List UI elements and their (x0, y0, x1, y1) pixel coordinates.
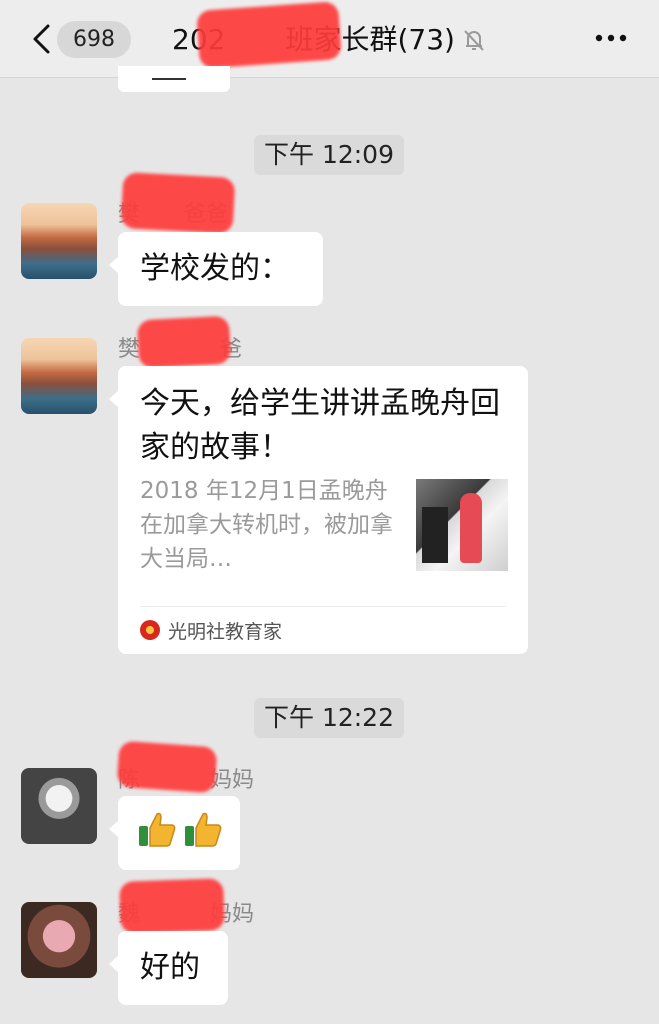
thumbs-up-icon (139, 812, 176, 847)
message-bubble[interactable]: 学校发的： (109, 232, 323, 306)
redaction-mark (136, 315, 232, 369)
previous-message-bubble[interactable] (118, 66, 230, 92)
avatar[interactable] (21, 338, 97, 414)
link-card-source: 光明社教育家 (140, 616, 282, 644)
message-text: 好的 (140, 950, 200, 985)
redaction-mark (119, 878, 225, 934)
redaction-mark (120, 172, 236, 234)
link-card-title: 今天，给学生讲讲孟晚舟回家的故事！ (140, 386, 500, 465)
unread-count-badge[interactable]: 698 (57, 21, 131, 58)
message-bubble[interactable]: 好的 (109, 931, 228, 1005)
thumbs-up-icon (185, 812, 222, 847)
redaction-mark (116, 740, 218, 794)
message-bubble[interactable] (109, 796, 240, 870)
chevron-left-icon[interactable] (26, 22, 60, 56)
timestamp: 下午 12:22 (254, 698, 404, 738)
avatar[interactable] (21, 203, 97, 279)
redaction-mark (196, 1, 342, 69)
avatar[interactable] (21, 902, 97, 978)
bell-off-icon (464, 30, 484, 51)
timestamp: 下午 12:09 (254, 135, 404, 175)
publisher-logo-icon (140, 620, 160, 640)
link-card-thumbnail (416, 479, 508, 571)
message-text: 学校发的： (140, 251, 290, 286)
link-card-source-name: 光明社教育家 (168, 620, 283, 643)
link-card-divider (140, 606, 506, 607)
avatar[interactable] (21, 768, 97, 844)
link-card-description: 2018 年12月1日孟晚舟在加拿大转机时，被加拿大当局… (140, 478, 393, 572)
link-card[interactable]: 今天，给学生讲讲孟晚舟回家的故事！ 2018 年12月1日孟晚舟在加拿大转机时，… (109, 366, 528, 654)
more-dots-icon[interactable] (593, 28, 629, 48)
